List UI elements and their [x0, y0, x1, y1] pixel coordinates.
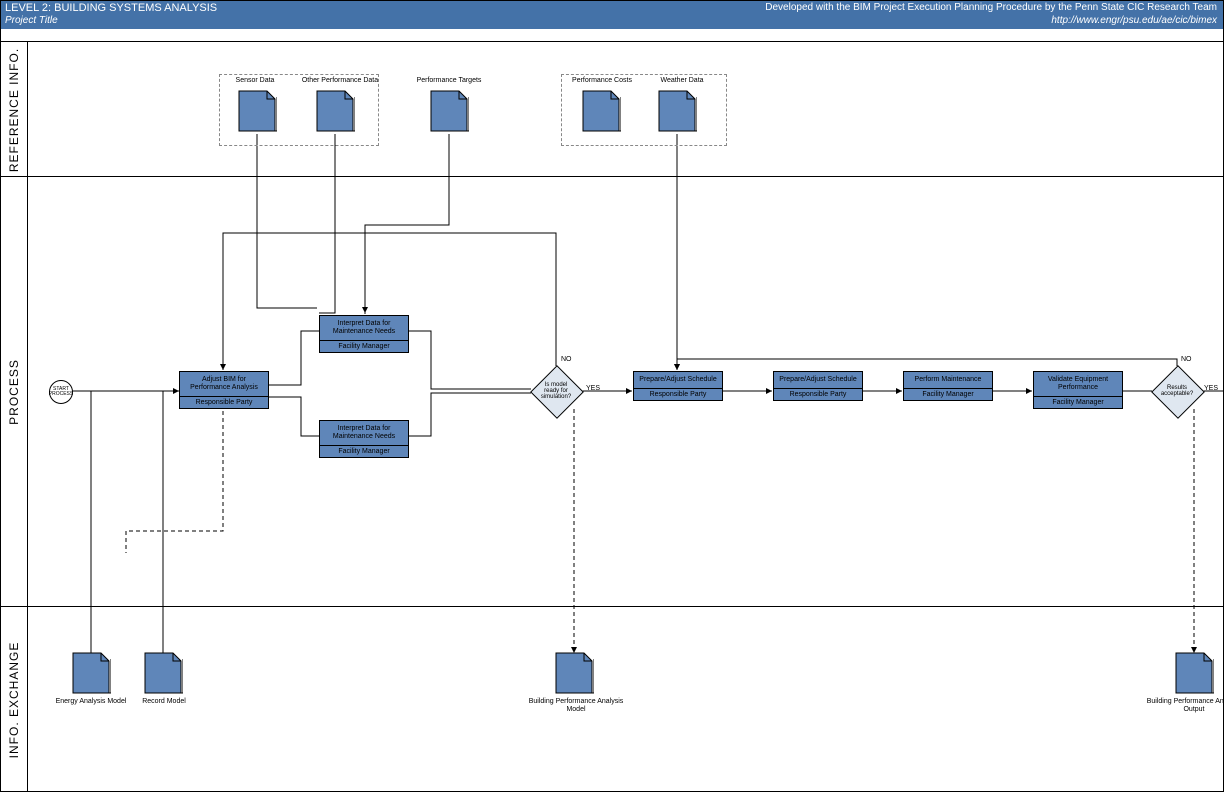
lane-io-label-bar: INFO. EXCHANGE	[1, 606, 28, 792]
document-icon	[71, 651, 111, 695]
decision-results-acceptable: Results acceptable?	[1152, 366, 1202, 416]
edge-no-1: NO	[561, 356, 572, 363]
activity-title: Prepare/Adjust Schedule	[774, 372, 862, 389]
activity-prepare-2: Prepare/Adjust Schedule Responsible Part…	[773, 371, 863, 401]
decision-label: Results acceptable?	[1152, 366, 1202, 416]
activity-role: Responsible Party	[774, 389, 862, 400]
start-event: START PROCESS	[49, 380, 73, 404]
edge-yes-2: YES	[1204, 385, 1218, 392]
activity-interpret-2: Interpret Data for Maintenance Needs Fac…	[319, 420, 409, 458]
lane-proc-label: PROCESS	[7, 359, 21, 425]
activity-title: Interpret Data for Maintenance Needs	[320, 316, 408, 341]
ref-doc-label-sensor: Sensor Data	[225, 77, 285, 85]
activity-title: Validate Equipment Performance	[1034, 372, 1122, 397]
activity-role: Responsible Party	[634, 389, 722, 400]
io-label-bpam: Building Performance Analysis Model	[521, 698, 631, 713]
lane-io-label: INFO. EXCHANGE	[7, 641, 21, 758]
activity-prepare-1: Prepare/Adjust Schedule Responsible Part…	[633, 371, 723, 401]
decision-model-ready: Is model ready for simulation?	[531, 366, 581, 416]
activity-adjust-bim: Adjust BIM for Performance Analysis Resp…	[179, 371, 269, 409]
edge-yes-1: YES	[586, 385, 600, 392]
lane-ref-label: REFERENCE INFO.	[7, 47, 21, 171]
lane-proc-label-bar: PROCESS	[1, 176, 28, 607]
header-credit: Developed with the BIM Project Execution…	[765, 2, 1217, 13]
activity-perform-maintenance: Perform Maintenance Facility Manager	[903, 371, 993, 401]
activity-role: Responsible Party	[180, 397, 268, 408]
edge-no-2: NO	[1181, 356, 1192, 363]
document-icon	[1174, 651, 1214, 695]
document-icon	[657, 89, 697, 133]
activity-role: Facility Manager	[1034, 397, 1122, 408]
activity-role: Facility Manager	[320, 341, 408, 352]
document-icon	[554, 651, 594, 695]
document-icon	[581, 89, 621, 133]
document-icon	[315, 89, 355, 133]
diagram-frame: LEVEL 2: BUILDING SYSTEMS ANALYSIS Proje…	[0, 0, 1224, 792]
document-icon	[429, 89, 469, 133]
header-title: LEVEL 2: BUILDING SYSTEMS ANALYSIS	[5, 2, 217, 14]
io-label-record: Record Model	[129, 698, 199, 706]
lane-ref-label-bar: REFERENCE INFO.	[1, 41, 28, 177]
ref-doc-label-targets: Performance Targets	[413, 77, 485, 85]
activity-title: Interpret Data for Maintenance Needs	[320, 421, 408, 446]
document-icon	[237, 89, 277, 133]
activity-title: Prepare/Adjust Schedule	[634, 372, 722, 389]
activity-validate: Validate Equipment Performance Facility …	[1033, 371, 1123, 409]
ref-doc-label-other: Other Performance Data	[301, 77, 379, 85]
activity-title: Perform Maintenance	[904, 372, 992, 389]
header-subtitle: Project Title	[5, 15, 58, 26]
activity-role: Facility Manager	[320, 446, 408, 457]
decision-label: Is model ready for simulation?	[531, 366, 581, 416]
header-url: http://www.engr/psu.edu/ae/cic/bimex	[1051, 15, 1217, 26]
activity-title: Adjust BIM for Performance Analysis	[180, 372, 268, 397]
activity-role: Facility Manager	[904, 389, 992, 400]
io-label-energy: Energy Analysis Model	[51, 698, 131, 706]
io-label-bpao: Building Performance Analysis Output	[1139, 698, 1224, 713]
ref-doc-label-weather: Weather Data	[647, 77, 717, 85]
activity-interpret-1: Interpret Data for Maintenance Needs Fac…	[319, 315, 409, 353]
header-bar: LEVEL 2: BUILDING SYSTEMS ANALYSIS Proje…	[1, 1, 1223, 29]
document-icon	[143, 651, 183, 695]
ref-doc-label-costs: Performance Costs	[563, 77, 641, 85]
